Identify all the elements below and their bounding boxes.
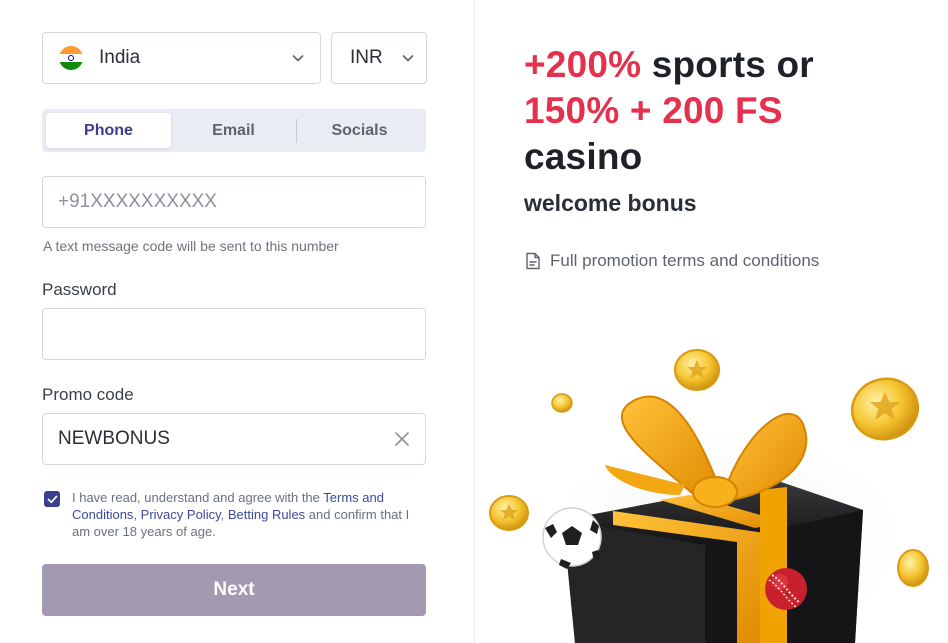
- gold-coin-icon: [850, 377, 920, 441]
- tab-socials[interactable]: Socials: [297, 113, 422, 148]
- promo-code-value: NEWBONUS: [58, 428, 170, 449]
- country-value: India: [99, 47, 141, 68]
- next-button[interactable]: Next: [42, 564, 426, 616]
- password-input[interactable]: [42, 308, 426, 360]
- agreement-text: I have read, understand and agree with t…: [72, 489, 414, 540]
- currency-select[interactable]: INR: [331, 32, 427, 84]
- gold-coin-icon: [551, 393, 573, 413]
- agree-checkbox[interactable]: [44, 491, 60, 507]
- gold-coin-icon: [674, 349, 720, 391]
- bonus-promo-panel: +200% sports or 150% + 200 FS casino welc…: [475, 0, 948, 643]
- agreement-text-start: I have read, understand and agree with t…: [72, 490, 324, 505]
- headline-casino: casino: [524, 136, 643, 177]
- bonus-subhead: welcome bonus: [524, 190, 697, 216]
- currency-value: INR: [350, 47, 383, 68]
- agreement-sep: ,: [220, 507, 228, 522]
- casino-bonus-offer: 150% + 200 FS: [524, 90, 783, 131]
- phone-hint: A text message code will be sent to this…: [43, 238, 339, 254]
- phone-placeholder: +91XXXXXXXXXX: [58, 191, 217, 212]
- registration-page: India INR Phone Email Socials +91XXXXXXX…: [0, 0, 948, 643]
- headline-connector: sports or: [641, 44, 814, 85]
- terms-agreement: I have read, understand and agree with t…: [44, 489, 414, 540]
- password-label: Password: [42, 280, 117, 299]
- clear-icon[interactable]: [394, 431, 410, 447]
- chevron-down-icon: [292, 55, 304, 62]
- chevron-down-icon: [402, 55, 414, 62]
- checkmark-icon: [47, 495, 57, 503]
- india-flag-icon: [59, 46, 83, 70]
- signup-method-tabs: Phone Email Socials: [42, 109, 426, 152]
- tab-phone[interactable]: Phone: [46, 113, 171, 148]
- bonus-headline: +200% sports or 150% + 200 FS casino: [524, 42, 904, 180]
- betting-rules-link[interactable]: Betting Rules: [228, 507, 305, 522]
- document-icon: [526, 252, 540, 270]
- gold-coin-icon: [897, 549, 929, 587]
- sports-bonus-percent: +200%: [524, 44, 642, 85]
- locale-row: India INR: [42, 32, 427, 84]
- cricket-ball-icon: [765, 568, 807, 610]
- gift-box-illustration: [489, 349, 929, 643]
- promo-code-input[interactable]: NEWBONUS: [42, 413, 426, 465]
- phone-input[interactable]: +91XXXXXXXXXX: [42, 176, 426, 228]
- promotion-terms-link[interactable]: Full promotion terms and conditions: [525, 251, 819, 271]
- tab-email[interactable]: Email: [171, 113, 296, 148]
- registration-form: India INR Phone Email Socials +91XXXXXXX…: [0, 0, 475, 643]
- promo-code-label: Promo code: [42, 385, 134, 404]
- promotion-terms-label: Full promotion terms and conditions: [550, 251, 820, 270]
- gold-coin-icon: [489, 495, 529, 531]
- country-select[interactable]: India: [42, 32, 321, 84]
- privacy-policy-link[interactable]: Privacy Policy: [141, 507, 221, 522]
- agreement-sep: ,: [133, 507, 141, 522]
